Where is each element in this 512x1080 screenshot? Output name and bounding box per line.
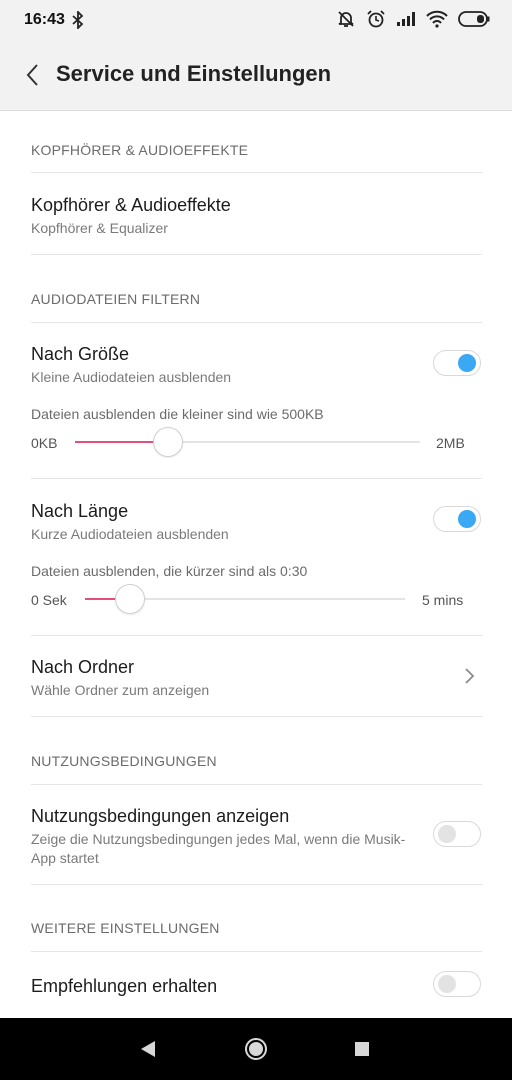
status-icons xyxy=(336,9,490,34)
status-bar: 16:43 xyxy=(0,0,512,40)
filter-by-folder-subtitle: Wähle Ordner zum anzeigen xyxy=(31,682,210,698)
back-arrow-icon[interactable] xyxy=(22,62,46,88)
section-header-terms: NUTZUNGSBEDINGUNGEN xyxy=(31,753,217,769)
divider xyxy=(31,716,482,717)
toggle-knob xyxy=(438,975,456,993)
show-terms-subtitle: Zeige die Nutzungsbedingungen jedes Mal,… xyxy=(31,831,406,866)
filter-by-length-subtitle: Kurze Audiodateien ausblenden xyxy=(31,526,229,542)
divider xyxy=(31,635,482,636)
size-slider-max-label: 2MB xyxy=(436,435,465,451)
divider xyxy=(31,254,482,255)
chevron-right-icon xyxy=(464,667,476,685)
toggle-knob xyxy=(458,354,476,372)
divider xyxy=(31,951,482,952)
status-time: 16:43 xyxy=(24,11,65,28)
divider xyxy=(31,784,482,785)
toggle-knob xyxy=(458,510,476,528)
bluetooth-icon xyxy=(72,9,84,34)
section-header-headphones: KOPFHÖRER & AUDIOEFFEKTE xyxy=(31,142,249,158)
filter-by-size-title: Nach Größe xyxy=(31,344,130,364)
slider-thumb[interactable] xyxy=(153,427,183,457)
alarm-icon xyxy=(366,9,386,34)
filter-by-length-toggle[interactable] xyxy=(433,506,481,532)
divider xyxy=(31,884,482,885)
system-nav-bar xyxy=(0,1018,512,1080)
slider-thumb[interactable] xyxy=(115,584,145,614)
page-title: Service und Einstellungen xyxy=(56,61,332,86)
length-slider-min-label: 0 Sek xyxy=(31,592,67,608)
section-header-filter: AUDIODATEIEN FILTERN xyxy=(31,291,201,307)
headphones-item-subtitle: Kopfhörer & Equalizer xyxy=(31,220,168,236)
nav-home-icon[interactable] xyxy=(244,1037,268,1061)
filter-by-size-subtitle: Kleine Audiodateien ausblenden xyxy=(31,369,232,385)
show-terms-toggle[interactable] xyxy=(433,821,481,847)
nav-recent-apps-icon[interactable] xyxy=(355,1042,369,1056)
signal-icon xyxy=(396,11,416,32)
length-slider-max-label: 5 mins xyxy=(422,592,464,608)
toggle-knob xyxy=(438,825,456,843)
headphones-item-title: Kopfhörer & Audioeffekte xyxy=(31,195,231,215)
section-header-more: WEITERE EINSTELLUNGEN xyxy=(31,920,220,936)
filter-by-length-title: Nach Länge xyxy=(31,501,129,521)
recommendations-title: Empfehlungen erhalten xyxy=(31,976,218,996)
divider xyxy=(31,478,482,479)
filter-by-length-caption: Dateien ausblenden, die kürzer sind als … xyxy=(31,563,308,579)
filter-by-size-caption: Dateien ausblenden die kleiner sind wie … xyxy=(31,406,324,422)
filter-by-folder-title: Nach Ordner xyxy=(31,657,135,677)
recommendations-toggle[interactable] xyxy=(433,971,481,997)
nav-back-icon[interactable] xyxy=(140,1040,156,1063)
divider xyxy=(31,322,482,323)
battery-icon xyxy=(458,10,490,32)
notifications-off-icon xyxy=(336,9,356,34)
wifi-icon xyxy=(426,10,448,33)
app-bar: Service und Einstellungen xyxy=(0,40,512,111)
divider xyxy=(31,172,482,173)
filter-by-size-toggle[interactable] xyxy=(433,350,481,376)
size-slider-min-label: 0KB xyxy=(31,435,58,451)
show-terms-title: Nutzungsbedingungen anzeigen xyxy=(31,806,290,826)
